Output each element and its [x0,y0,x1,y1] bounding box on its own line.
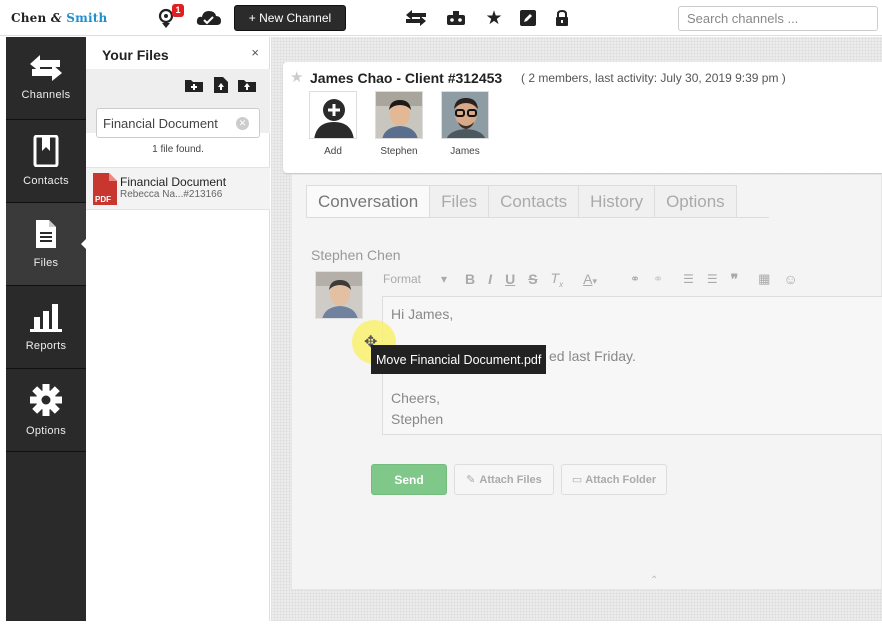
bold-icon[interactable]: B [465,271,475,287]
files-found-count: 1 file found. [152,144,204,155]
files-panel-title: Your Files [102,47,169,63]
text-color-icon[interactable]: A▾ [583,271,610,287]
bar-chart-icon [30,304,62,332]
member-label-add: Add [324,146,342,157]
file-icon [36,220,56,248]
attach-files-label: Attach Files [479,473,542,486]
add-member-avatar [309,91,357,139]
clear-format-icon[interactable]: Tx [551,270,564,289]
bullet-list-icon[interactable]: ☰ [707,272,718,286]
message-line: Cheers, [391,390,441,406]
upload-folder-icon[interactable] [238,77,256,93]
clear-search-icon[interactable]: ✕ [236,117,249,130]
add-user-icon [314,99,354,138]
avatar [315,271,363,319]
message-author: Stephen Chen [311,247,401,263]
drag-tooltip: Move Financial Document.pdf [371,345,547,374]
nav-label-channels: Channels [21,89,71,101]
avatar [441,91,489,139]
channel-title: James Chao - Client #312453 [310,70,503,86]
emoji-icon[interactable]: ☺ [783,271,797,287]
brand-logo[interactable]: Chen & Smith [11,11,107,25]
nav-label-files: Files [33,257,59,269]
arrows-icon [30,55,62,81]
nav-item-channels[interactable]: Channels [6,37,86,120]
nav-item-files[interactable]: Files [6,203,87,286]
nav-label-options: Options [25,425,66,437]
brand-part1: Chen [11,11,47,25]
member-james[interactable]: James [440,91,490,157]
notification-badge: 1 [172,4,184,17]
svg-text:PDF: PDF [95,195,111,204]
paperclip-icon: ✎ [466,474,476,486]
tab-history[interactable]: History [578,185,656,218]
bottom-strip [0,621,882,642]
blockquote-icon[interactable]: ❞ [731,271,739,288]
file-list-item[interactable]: PDF Financial Document Rebecca Na...#213… [86,167,270,210]
channel-subtitle: ( 2 members, last activity: July 30, 201… [521,71,786,85]
files-panel: Your Files × ✕ 1 file found. PDF Financi… [86,37,270,621]
upload-file-icon[interactable] [212,77,230,93]
search-channels-input[interactable] [678,6,878,31]
top-bar: Chen & Smith 1 + New Channel ★ [0,0,882,36]
member-label-stephen: Stephen [380,146,418,157]
format-dropdown[interactable]: Format [383,272,421,286]
edit-icon[interactable] [518,6,538,30]
nav-label-contacts: Contacts [23,175,69,187]
star-icon[interactable]: ★ [484,6,504,30]
attach-folder-button[interactable]: ▭ Attach Folder [561,464,667,495]
chevron-down-icon[interactable]: ▾ [441,272,447,286]
add-member-button[interactable]: Add [308,91,358,157]
nav-item-reports[interactable]: Reports [6,286,86,369]
nav-label-reports: Reports [25,340,67,352]
lock-icon[interactable] [554,6,570,30]
member-stephen[interactable]: Stephen [374,91,424,157]
editor-toolbar: Format ▾ B I U S Tx A▾ ⚭ ⚭ ☰ ☰ ❞ ▦ ☺ [383,268,811,290]
unlink-icon[interactable]: ⚭ [653,272,663,286]
file-name: Financial Document [120,175,227,189]
strikethrough-icon[interactable]: S [528,271,537,287]
left-nav: Channels Contacts Files Reports Options [6,37,87,621]
message-line: Hi James, [391,306,454,322]
conversation-panel: Conversation Files Contacts History Opti… [291,174,882,590]
message-line: Stephen [391,411,444,427]
new-channel-button[interactable]: + New Channel [234,5,346,31]
new-folder-icon[interactable] [185,77,203,93]
nav-item-contacts[interactable]: Contacts [6,120,86,203]
brand-part2: Smith [66,11,108,25]
bot-icon[interactable] [445,6,467,30]
favorite-star-icon[interactable]: ★ [290,68,303,86]
gear-icon [30,384,62,416]
brand-amp: & [50,11,62,25]
close-icon[interactable]: × [251,45,259,60]
tab-files[interactable]: Files [429,185,490,218]
tab-conversation[interactable]: Conversation [306,185,431,218]
tabs-divider [306,217,769,218]
nav-item-options[interactable]: Options [6,369,86,452]
send-button[interactable]: Send [371,464,447,495]
channel-header-card: ★ James Chao - Client #312453 ( 2 member… [283,62,882,173]
bookmark-book-icon [33,135,59,167]
avatar [375,91,423,139]
folder-icon: ▭ [571,474,583,486]
conversation-tabs: Conversation Files Contacts History Opti… [306,185,737,218]
tab-contacts[interactable]: Contacts [488,185,580,218]
chevron-up-icon[interactable]: ⌃ [650,575,658,586]
italic-icon[interactable]: I [488,271,492,287]
cloud-sync-icon[interactable] [195,6,223,30]
ordered-list-icon[interactable]: ☰ [683,272,694,286]
attach-files-button[interactable]: ✎ Attach Files [454,464,554,495]
attach-folder-label: Attach Folder [585,473,657,486]
transfer-icon[interactable] [404,6,428,30]
underline-icon[interactable]: U [505,271,515,287]
member-label-james: James [450,146,480,157]
table-icon[interactable]: ▦ [758,271,770,287]
file-meta: Rebecca Na...#213166 [120,189,223,200]
pdf-file-icon: PDF [93,173,117,205]
tab-options[interactable]: Options [654,185,737,218]
link-icon[interactable]: ⚭ [630,272,640,286]
